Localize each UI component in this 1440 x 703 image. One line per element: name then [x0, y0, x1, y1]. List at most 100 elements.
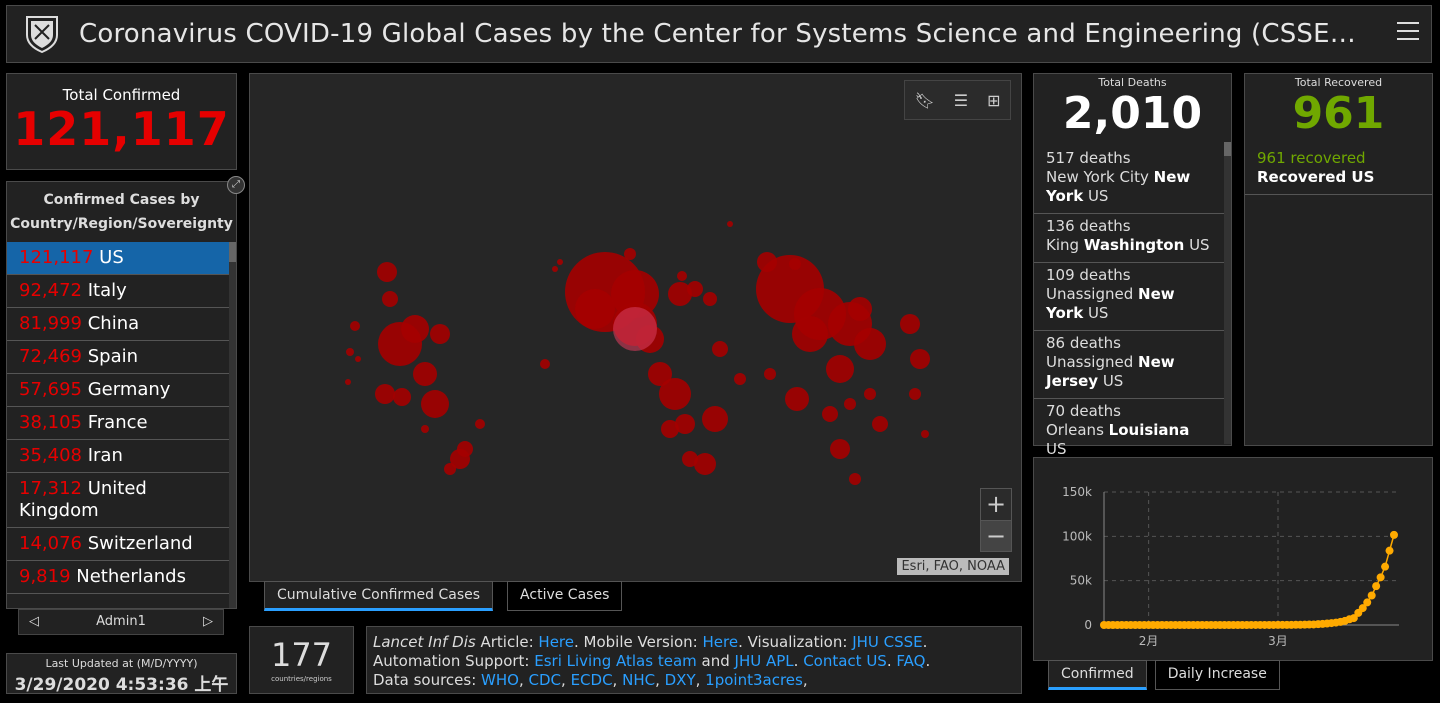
case-bubble[interactable]	[872, 416, 888, 432]
tab-cumulative-confirmed[interactable]: Cumulative Confirmed Cases	[264, 581, 494, 611]
zoom-out-button[interactable]: −	[981, 520, 1011, 551]
jhu-csse-link[interactable]: JHU CSSE	[852, 633, 922, 651]
list-item[interactable]: 517 deaths New York City New York US	[1034, 146, 1224, 214]
country-row[interactable]: 38,105 France	[7, 407, 229, 440]
case-bubble[interactable]	[694, 453, 716, 475]
case-bubble[interactable]	[393, 388, 411, 406]
prev-page-button[interactable]: ◁	[29, 610, 39, 634]
case-bubble[interactable]	[661, 420, 679, 438]
data-point[interactable]	[1363, 598, 1372, 607]
ecdc-link[interactable]: ECDC	[571, 671, 613, 689]
data-point[interactable]	[1376, 573, 1385, 582]
1point3acres-link[interactable]: 1point3acres	[705, 671, 803, 689]
scrollbar[interactable]	[229, 242, 236, 608]
selected-bubble[interactable]	[613, 307, 657, 351]
case-bubble[interactable]	[624, 248, 636, 260]
case-bubble[interactable]	[557, 259, 563, 265]
case-bubble[interactable]	[659, 378, 691, 410]
case-bubble[interactable]	[382, 291, 398, 307]
country-row[interactable]: 14,076 Switzerland	[7, 528, 229, 561]
case-bubble[interactable]	[854, 328, 886, 360]
scrollbar[interactable]	[1224, 142, 1231, 444]
cdc-link[interactable]: CDC	[529, 671, 562, 689]
case-bubble[interactable]	[575, 289, 615, 329]
case-bubble[interactable]	[421, 390, 449, 418]
case-bubble[interactable]	[764, 368, 776, 380]
jhu-apl-link[interactable]: JHU APL	[735, 652, 794, 670]
case-bubble[interactable]	[444, 463, 456, 475]
case-bubble[interactable]	[703, 292, 717, 306]
case-bubble[interactable]	[909, 388, 921, 400]
case-bubble[interactable]	[421, 425, 429, 433]
nhc-link[interactable]: NHC	[622, 671, 655, 689]
case-bubble[interactable]	[757, 252, 777, 272]
case-bubble[interactable]	[848, 297, 872, 321]
case-bubble[interactable]	[457, 441, 473, 457]
case-bubble[interactable]	[687, 281, 703, 297]
tab-daily-increase[interactable]: Daily Increase	[1154, 660, 1280, 690]
map[interactable]: 🔖︎ ☰ ⊞ + − Esri, FAO, NOAA	[249, 73, 1022, 582]
case-bubble[interactable]	[844, 398, 856, 410]
who-link[interactable]: WHO	[481, 671, 519, 689]
case-bubble[interactable]	[727, 221, 733, 227]
case-bubble[interactable]	[350, 321, 360, 331]
case-bubble[interactable]	[849, 473, 861, 485]
list-item[interactable]: 136 deaths King Washington US	[1034, 214, 1224, 263]
data-point[interactable]	[1390, 530, 1398, 539]
map-canvas[interactable]	[250, 74, 1021, 581]
case-bubble[interactable]	[346, 348, 354, 356]
bookmark-icon[interactable]: 🔖︎	[914, 91, 934, 110]
case-bubble[interactable]	[377, 262, 397, 282]
legend-list-icon[interactable]: ☰	[954, 91, 968, 110]
list-item[interactable]: 86 deaths Unassigned New Jersey US	[1034, 331, 1224, 399]
case-bubble[interactable]	[826, 355, 854, 383]
hamburger-icon[interactable]	[1397, 22, 1419, 42]
data-point[interactable]	[1385, 546, 1394, 555]
case-bubble[interactable]	[830, 439, 850, 459]
country-row[interactable]: 35,408 Iran	[7, 440, 229, 473]
contact-link[interactable]: Contact US	[803, 652, 887, 670]
zoom-in-button[interactable]: +	[981, 489, 1011, 520]
case-bubble[interactable]	[375, 384, 395, 404]
data-point[interactable]	[1367, 591, 1376, 600]
country-row[interactable]: 121,117 US	[7, 242, 229, 275]
case-bubble[interactable]	[355, 356, 361, 362]
tab-confirmed[interactable]: Confirmed	[1048, 660, 1147, 690]
country-row[interactable]: 17,312 United Kingdom	[7, 473, 229, 528]
mobile-version-link[interactable]: Here	[703, 633, 739, 651]
case-bubble[interactable]	[475, 419, 485, 429]
case-bubble[interactable]	[864, 388, 876, 400]
data-point[interactable]	[1372, 582, 1381, 591]
data-point[interactable]	[1381, 562, 1390, 571]
case-bubble[interactable]	[789, 258, 801, 270]
case-bubble[interactable]	[792, 316, 828, 352]
case-bubble[interactable]	[401, 315, 429, 343]
list-item[interactable]: 961 recovered Recovered US	[1245, 146, 1432, 195]
case-bubble[interactable]	[712, 341, 728, 357]
case-bubble[interactable]	[540, 359, 550, 369]
lancet-link[interactable]: Here	[538, 633, 574, 651]
case-bubble[interactable]	[552, 266, 558, 272]
dxy-link[interactable]: DXY	[665, 671, 696, 689]
case-bubble[interactable]	[734, 373, 746, 385]
case-bubble[interactable]	[345, 379, 351, 385]
case-bubble[interactable]	[785, 387, 809, 411]
country-row[interactable]: 57,695 Germany	[7, 374, 229, 407]
esri-link[interactable]: Esri Living Atlas team	[534, 652, 697, 670]
expand-icon[interactable]: ⤢	[227, 176, 245, 194]
case-bubble[interactable]	[822, 406, 838, 422]
country-row[interactable]: 9,819 Netherlands	[7, 561, 229, 594]
case-bubble[interactable]	[702, 406, 728, 432]
basemap-gallery-icon[interactable]: ⊞	[987, 91, 1000, 110]
next-page-button[interactable]: ▷	[203, 610, 213, 634]
case-bubble[interactable]	[910, 349, 930, 369]
tab-active-cases[interactable]: Active Cases	[507, 581, 623, 611]
country-row[interactable]: 92,472 Italy	[7, 275, 229, 308]
list-item[interactable]: 109 deaths Unassigned New York US	[1034, 263, 1224, 331]
case-bubble[interactable]	[430, 324, 450, 344]
case-bubble[interactable]	[900, 314, 920, 334]
case-bubble[interactable]	[677, 271, 687, 281]
country-row[interactable]: 72,469 Spain	[7, 341, 229, 374]
case-bubble[interactable]	[921, 430, 929, 438]
case-bubble[interactable]	[413, 362, 437, 386]
